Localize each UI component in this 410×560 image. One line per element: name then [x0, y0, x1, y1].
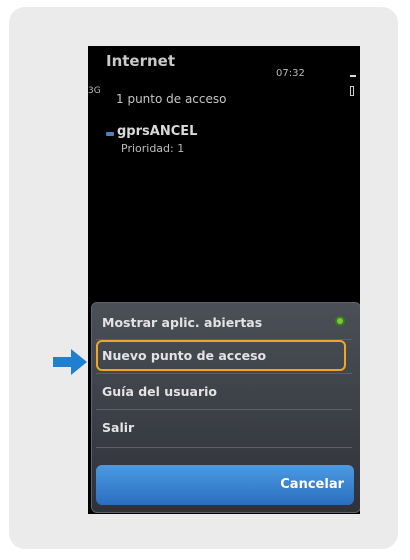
clock: 07:32 [276, 68, 305, 79]
access-point-name[interactable]: gprsANCEL [117, 124, 197, 139]
menu-item-new-access-point[interactable]: Nuevo punto de acceso [98, 341, 348, 370]
pointer-arrow-icon [53, 349, 87, 375]
menu-item-show-open-apps[interactable]: Mostrar aplic. abiertas [98, 308, 348, 337]
cancel-button[interactable]: Cancelar [96, 465, 354, 505]
battery-icon [350, 86, 354, 96]
options-menu: Mostrar aplic. abiertas Nuevo punto de a… [91, 302, 360, 513]
access-point-icon [106, 132, 114, 136]
app-title: Internet [106, 52, 176, 70]
active-apps-icon [335, 316, 345, 326]
menu-divider [96, 373, 352, 374]
phone-screen: Internet 07:32 3G 1 punto de acceso gprs… [88, 46, 360, 514]
menu-item-exit[interactable]: Salir [98, 413, 348, 442]
menu-item-user-guide[interactable]: Guía del usuario [98, 377, 348, 406]
access-point-count: 1 punto de acceso [116, 92, 227, 106]
access-point-priority: Prioridad: 1 [121, 142, 185, 155]
menu-divider [96, 409, 352, 410]
menu-divider [96, 447, 352, 448]
network-type: 3G [88, 86, 101, 96]
signal-indicator-icon [350, 75, 356, 77]
